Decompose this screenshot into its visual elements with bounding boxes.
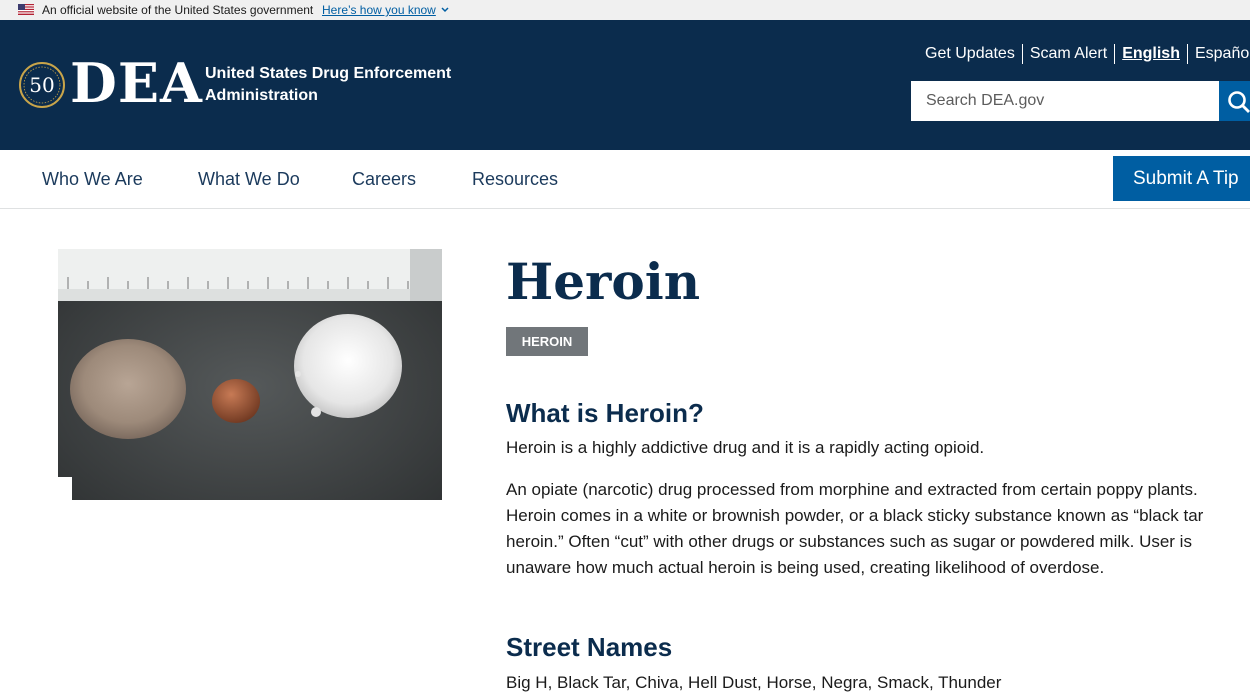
description-paragraph: An opiate (narcotic) drug processed from…: [506, 480, 1204, 577]
nav-who-we-are[interactable]: Who We Are: [42, 169, 143, 189]
chevron-down-icon[interactable]: [440, 5, 450, 15]
espanol-link[interactable]: Españo: [1188, 44, 1250, 64]
submit-a-tip-button[interactable]: Submit A Tip: [1113, 156, 1250, 201]
street-names-text: Big H, Black Tar, Chiva, Hell Dust, Hors…: [506, 673, 1002, 692]
search-button[interactable]: [1219, 81, 1250, 121]
site-header: 50 DEA United States Drug Enforcement Ad…: [0, 20, 1250, 150]
what-is-heroin-heading: What is Heroin?: [506, 398, 704, 428]
heroin-photo: [58, 249, 442, 500]
search-input[interactable]: [911, 81, 1219, 121]
scam-alert-link[interactable]: Scam Alert: [1023, 44, 1116, 64]
gov-banner: An official website of the United States…: [0, 0, 1250, 20]
us-flag-icon: [18, 4, 34, 15]
street-names-heading: Street Names: [506, 632, 673, 662]
agency-name[interactable]: United States Drug Enforcement Administr…: [205, 63, 465, 107]
dea-logo[interactable]: DEA: [70, 53, 203, 113]
nav-what-we-do[interactable]: What We Do: [198, 169, 300, 189]
seal-number: 50: [29, 73, 54, 97]
nav-resources[interactable]: Resources: [472, 169, 558, 189]
main-nav: Who We Are What We Do Careers Resources …: [0, 150, 1250, 209]
heroin-photo-image: [58, 249, 442, 500]
english-link[interactable]: English: [1115, 44, 1188, 64]
heres-how-you-know-link[interactable]: Here’s how you know: [322, 3, 436, 17]
page-title: Heroin: [506, 252, 701, 311]
get-updates-link[interactable]: Get Updates: [918, 44, 1023, 64]
utility-links: Get Updates Scam Alert English Españo: [918, 44, 1250, 64]
category-tag[interactable]: HEROIN: [506, 327, 588, 356]
nav-careers[interactable]: Careers: [352, 169, 416, 189]
intro-paragraph: Heroin is a highly addictive drug and it…: [506, 438, 985, 457]
gov-banner-text: An official website of the United States…: [42, 3, 314, 17]
search-icon: [1228, 91, 1250, 113]
anniversary-seal-icon: 50: [19, 62, 65, 108]
